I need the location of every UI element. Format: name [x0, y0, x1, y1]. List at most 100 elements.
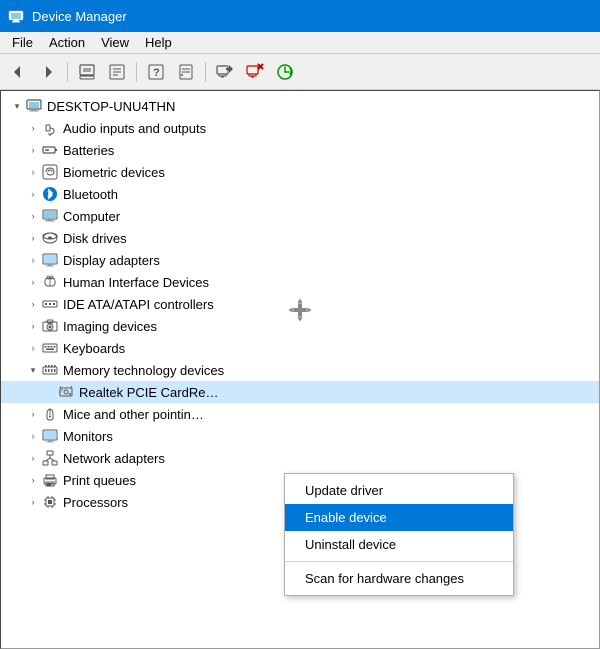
bluetooth-icon	[41, 185, 59, 203]
tree-keyboards[interactable]: › Keyboards	[1, 337, 599, 359]
audio-icon	[41, 119, 59, 137]
menu-file[interactable]: File	[4, 33, 41, 52]
processors-icon	[41, 493, 59, 511]
realtek-label: Realtek PCIE CardRe…	[79, 385, 218, 400]
expand-icon-display: ›	[25, 252, 41, 268]
tree-realtek[interactable]: Realtek PCIE CardRe…	[1, 381, 599, 403]
toolbar: ?	[0, 54, 600, 90]
expand-icon-computer: ›	[25, 208, 41, 224]
network-icon	[41, 449, 59, 467]
expand-icon-print: ›	[25, 472, 41, 488]
expand-icon-biometric: ›	[25, 164, 41, 180]
imaging-label: Imaging devices	[63, 319, 157, 334]
tree-hid[interactable]: › Human Interface Devices	[1, 271, 599, 293]
imaging-icon	[41, 317, 59, 335]
expand-icon-root: ▾	[9, 98, 25, 114]
ide-icon	[41, 295, 59, 313]
expand-icon-imaging: ›	[25, 318, 41, 334]
title-bar-text: Device Manager	[32, 9, 127, 24]
context-uninstall-device[interactable]: Uninstall device	[285, 531, 513, 558]
main-content: ▾ DESKTOP-UNU4THN ›	[0, 90, 600, 649]
menu-action[interactable]: Action	[41, 33, 93, 52]
print-icon	[41, 471, 59, 489]
tree-memory[interactable]: ▾ Memory technology devices	[1, 359, 599, 381]
tree-bluetooth[interactable]: › Bluetooth	[1, 183, 599, 205]
expand-icon-disk: ›	[25, 230, 41, 246]
computer-label: Computer	[63, 209, 120, 224]
properties-button[interactable]	[172, 58, 200, 86]
disk-icon	[41, 229, 59, 247]
context-scan-changes[interactable]: Scan for hardware changes	[285, 565, 513, 592]
mice-label: Mice and other pointin…	[63, 407, 204, 422]
memory-icon	[41, 361, 59, 379]
processors-label: Processors	[63, 495, 128, 510]
tree-batteries[interactable]: › Batteries	[1, 139, 599, 161]
monitors-icon	[41, 427, 59, 445]
context-menu: Update driver Enable device Uninstall de…	[284, 473, 514, 596]
forward-button[interactable]	[34, 58, 62, 86]
title-bar: Device Manager	[0, 0, 600, 32]
toolbar-sep-2	[136, 62, 137, 82]
scan-changes-button[interactable]	[271, 58, 299, 86]
tree-biometric[interactable]: › Biometric devices	[1, 161, 599, 183]
monitors-label: Monitors	[63, 429, 113, 444]
menu-bar: File Action View Help	[0, 32, 600, 54]
context-menu-separator	[285, 561, 513, 562]
expand-icon-batteries: ›	[25, 142, 41, 158]
expand-icon-keyboards: ›	[25, 340, 41, 356]
tree-view-button[interactable]	[73, 58, 101, 86]
expand-icon-monitors: ›	[25, 428, 41, 444]
ide-label: IDE ATA/ATAPI controllers	[63, 297, 214, 312]
computer-tree-icon	[41, 207, 59, 225]
root-label: DESKTOP-UNU4THN	[47, 99, 175, 114]
battery-icon	[41, 141, 59, 159]
menu-view[interactable]: View	[93, 33, 137, 52]
expand-icon-memory: ▾	[25, 362, 41, 378]
expand-icon-hid: ›	[25, 274, 41, 290]
print-label: Print queues	[63, 473, 136, 488]
hid-icon	[41, 273, 59, 291]
disk-label: Disk drives	[63, 231, 127, 246]
expand-icon-ide: ›	[25, 296, 41, 312]
expand-icon-audio: ›	[25, 120, 41, 136]
display-label: Display adapters	[63, 253, 160, 268]
tree-root[interactable]: ▾ DESKTOP-UNU4THN	[1, 95, 599, 117]
toolbar-sep-3	[205, 62, 206, 82]
hid-label: Human Interface Devices	[63, 275, 209, 290]
expand-icon-mice: ›	[25, 406, 41, 422]
context-enable-device[interactable]: Enable device	[285, 504, 513, 531]
bluetooth-label: Bluetooth	[63, 187, 118, 202]
mice-icon	[41, 405, 59, 423]
toolbar-sep-1	[67, 62, 68, 82]
tree-display[interactable]: › Display adapters	[1, 249, 599, 271]
tree-mice[interactable]: › Mice and other pointin…	[1, 403, 599, 425]
biometric-icon	[41, 163, 59, 181]
display-icon	[41, 251, 59, 269]
expand-icon-realtek	[41, 384, 57, 400]
context-update-driver[interactable]: Update driver	[285, 477, 513, 504]
expand-icon-bluetooth: ›	[25, 186, 41, 202]
device-list-button[interactable]	[103, 58, 131, 86]
expand-icon-network: ›	[25, 450, 41, 466]
batteries-label: Batteries	[63, 143, 114, 158]
uninstall-button[interactable]	[241, 58, 269, 86]
realtek-icon	[57, 383, 75, 401]
menu-help[interactable]: Help	[137, 33, 180, 52]
tree-audio[interactable]: › Audio inputs and outputs	[1, 117, 599, 139]
back-button[interactable]	[4, 58, 32, 86]
tree-imaging[interactable]: › Imaging devices	[1, 315, 599, 337]
biometric-label: Biometric devices	[63, 165, 165, 180]
network-label: Network adapters	[63, 451, 165, 466]
tree-disk[interactable]: › Disk drives	[1, 227, 599, 249]
computer-icon	[25, 97, 43, 115]
tree-ide[interactable]: › IDE ATA/ATAPI controllers	[1, 293, 599, 315]
help-button[interactable]: ?	[142, 58, 170, 86]
keyboards-label: Keyboards	[63, 341, 125, 356]
update-driver-button[interactable]	[211, 58, 239, 86]
audio-label: Audio inputs and outputs	[63, 121, 206, 136]
tree-monitors[interactable]: › Monitors	[1, 425, 599, 447]
app-icon	[8, 8, 24, 24]
device-tree: ▾ DESKTOP-UNU4THN ›	[1, 91, 599, 517]
tree-computer[interactable]: › Computer	[1, 205, 599, 227]
tree-network[interactable]: › Network adapters	[1, 447, 599, 469]
